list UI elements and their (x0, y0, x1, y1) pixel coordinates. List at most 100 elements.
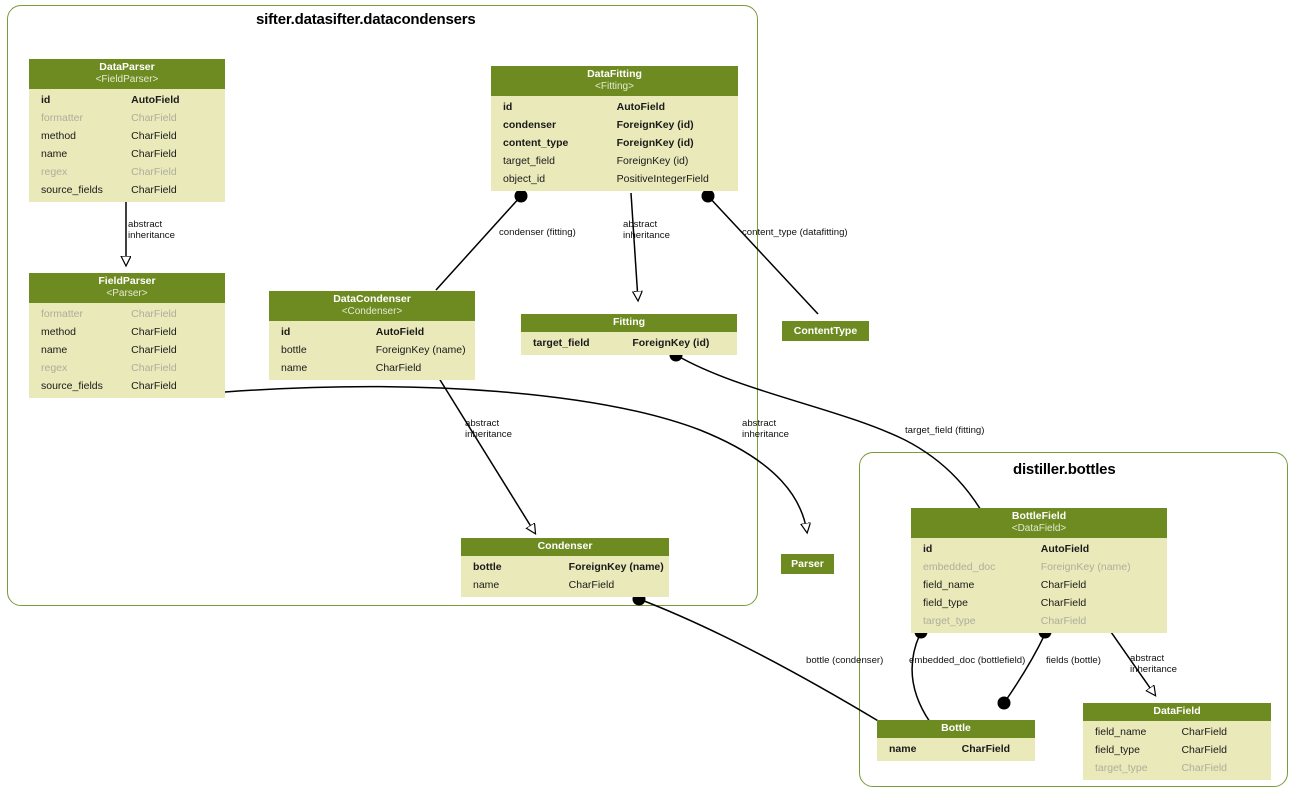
field-name: formatter (41, 307, 84, 320)
field-type: CharField (1181, 743, 1227, 756)
table-row[interactable]: content_type ForeignKey (id) (491, 134, 738, 152)
table-row[interactable]: name CharField (877, 740, 1035, 758)
table-base-class: <FieldParser> (95, 73, 159, 85)
field-name: name (41, 343, 68, 356)
field-type: CharField (568, 578, 615, 591)
table-title: Condenser (537, 540, 593, 552)
table-title: DataCondenser (333, 293, 411, 305)
table-row[interactable]: object_id PositiveIntegerField (491, 170, 738, 188)
field-name: source_fields (41, 379, 103, 392)
table-row[interactable]: field_type CharField (911, 594, 1167, 612)
cluster-title-sifter: sifter.datasifter.datacondensers (256, 11, 476, 28)
node-label: ContentType (793, 325, 858, 337)
field-type: PositiveIntegerField (616, 172, 709, 185)
field-type: AutoField (375, 325, 425, 338)
field-name: formatter (41, 111, 84, 124)
table-bottle[interactable]: Bottle name CharField (877, 720, 1035, 761)
field-name: regex (41, 361, 68, 374)
table-row[interactable]: embedded_doc ForeignKey (name) (911, 558, 1167, 576)
field-type: CharField (131, 165, 177, 178)
edge-label-abstract-inheritance-2: abstract inheritance (623, 219, 670, 241)
table-body: id AutoField condenser ForeignKey (id) c… (491, 96, 738, 191)
table-row[interactable]: id AutoField (491, 98, 738, 116)
field-name: target_type (923, 614, 976, 627)
edge-label-bottle-condenser: bottle (condenser) (806, 655, 884, 666)
table-row[interactable]: name CharField (461, 576, 669, 594)
table-header: DataCondenser <Condenser> (269, 291, 475, 321)
table-row[interactable]: source_fields CharField (29, 377, 225, 395)
table-header: Condenser (461, 538, 669, 556)
edge-label-abstract-inheritance-1: abstract inheritance (128, 219, 175, 241)
table-title: Bottle (941, 722, 971, 734)
table-dataparser[interactable]: DataParser <FieldParser> id AutoField fo… (29, 59, 225, 202)
table-row[interactable]: source_fields CharField (29, 181, 225, 199)
table-row[interactable]: name CharField (29, 145, 225, 163)
table-datafitting[interactable]: DataFitting <Fitting> id AutoField conde… (491, 66, 738, 191)
table-row[interactable]: id AutoField (911, 540, 1167, 558)
field-name: source_fields (41, 183, 103, 196)
table-row[interactable]: name CharField (29, 341, 225, 359)
field-type: ForeignKey (id) (616, 136, 694, 149)
field-type: CharField (131, 129, 177, 142)
field-name: id (281, 325, 291, 338)
node-parser[interactable]: Parser (781, 554, 834, 574)
field-name: field_type (923, 596, 968, 609)
field-name: id (503, 100, 513, 113)
table-row[interactable]: id AutoField (29, 91, 225, 109)
field-type: ForeignKey (name) (568, 560, 664, 573)
table-condenser[interactable]: Condenser bottle ForeignKey (name) name … (461, 538, 669, 597)
table-datafield[interactable]: DataField field_name CharField field_typ… (1083, 703, 1271, 780)
table-row[interactable]: bottle ForeignKey (name) (269, 341, 475, 359)
table-body: field_name CharField field_type CharFiel… (1083, 721, 1271, 780)
table-body: name CharField (877, 738, 1035, 761)
cluster-title-distiller: distiller.bottles (1013, 461, 1116, 478)
table-row[interactable]: target_type CharField (911, 612, 1167, 630)
diagram-canvas: sifter.datasifter.datacondensers distill… (0, 0, 1297, 797)
table-row[interactable]: formatter CharField (29, 305, 225, 323)
table-row[interactable]: method CharField (29, 323, 225, 341)
table-row[interactable]: regex CharField (29, 359, 225, 377)
table-row[interactable]: target_type CharField (1083, 759, 1271, 777)
table-bottlefield[interactable]: BottleField <DataField> id AutoField emb… (911, 508, 1167, 633)
table-fieldparser[interactable]: FieldParser <Parser> formatter CharField… (29, 273, 225, 398)
table-body: id AutoField embedded_doc ForeignKey (na… (911, 538, 1167, 633)
field-type: CharField (131, 379, 177, 392)
field-type: ForeignKey (name) (375, 343, 466, 356)
edge-label-condenser-fitting: condenser (fitting) (499, 227, 576, 238)
field-name: name (41, 147, 68, 160)
table-header: DataParser <FieldParser> (29, 59, 225, 89)
field-name: id (923, 542, 933, 555)
table-row[interactable]: field_name CharField (911, 576, 1167, 594)
table-row[interactable]: name CharField (269, 359, 475, 377)
table-row[interactable]: method CharField (29, 127, 225, 145)
table-row[interactable]: target_field ForeignKey (id) (521, 334, 737, 352)
table-title: Fitting (612, 316, 646, 328)
table-row[interactable]: target_field ForeignKey (id) (491, 152, 738, 170)
field-name: object_id (503, 172, 546, 185)
table-body: id AutoField formatter CharField method … (29, 89, 225, 202)
table-row[interactable]: formatter CharField (29, 109, 225, 127)
field-type: CharField (1181, 725, 1227, 738)
table-title: DataField (1153, 705, 1201, 717)
table-row[interactable]: condenser ForeignKey (id) (491, 116, 738, 134)
table-fitting[interactable]: Fitting target_field ForeignKey (id) (521, 314, 737, 355)
table-row[interactable]: id AutoField (269, 323, 475, 341)
table-title: BottleField (1011, 510, 1067, 522)
table-row[interactable]: regex CharField (29, 163, 225, 181)
table-row[interactable]: bottle ForeignKey (name) (461, 558, 669, 576)
edge-label-abstract-inheritance-3: abstract inheritance (465, 418, 512, 440)
table-body: id AutoField bottle ForeignKey (name) na… (269, 321, 475, 380)
field-type: CharField (131, 361, 177, 374)
table-datacondenser[interactable]: DataCondenser <Condenser> id AutoField b… (269, 291, 475, 380)
field-name: id (41, 93, 51, 106)
node-contenttype[interactable]: ContentType (782, 321, 869, 341)
field-name: target_field (503, 154, 555, 167)
field-name: name (281, 361, 308, 374)
table-base-class: <Parser> (106, 287, 148, 299)
edge-label-content-type-datafitting: content_type (datafitting) (742, 227, 848, 238)
table-title: FieldParser (98, 275, 156, 287)
table-base-class: <Fitting> (595, 80, 634, 92)
table-row[interactable]: field_type CharField (1083, 741, 1271, 759)
table-row[interactable]: field_name CharField (1083, 723, 1271, 741)
field-type: ForeignKey (id) (616, 154, 689, 167)
